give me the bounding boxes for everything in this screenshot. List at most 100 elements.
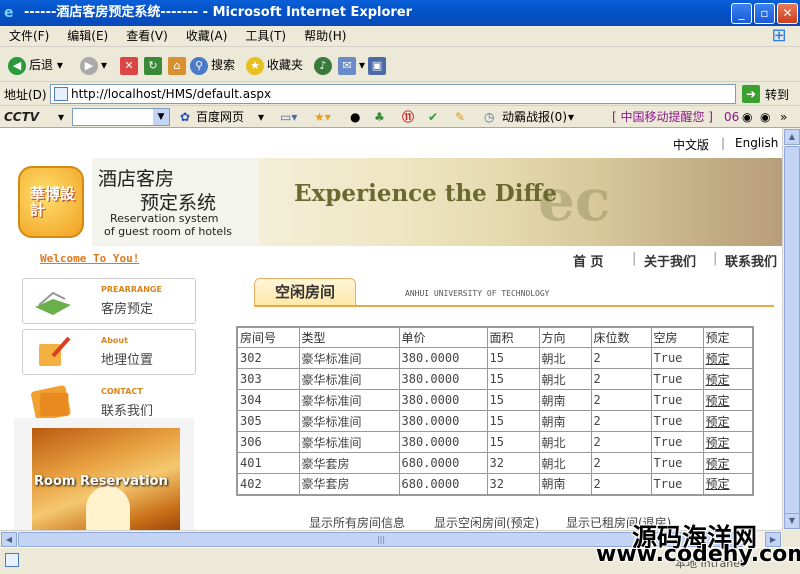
table-cell: 32 xyxy=(486,473,540,495)
minimize-button[interactable]: _ xyxy=(731,3,752,24)
puzzle-logo-icon: 華博設計 xyxy=(18,166,84,238)
cctv-dropdown-icon[interactable]: ▾ xyxy=(58,109,64,125)
reserve-link[interactable]: 预定 xyxy=(706,415,730,429)
back-arrow-icon: ◀ xyxy=(8,56,26,75)
address-input[interactable]: http://localhost/HMS/default.aspx xyxy=(50,84,736,104)
menu-tools[interactable]: 工具(T) xyxy=(236,26,295,47)
close-button[interactable]: ✕ xyxy=(777,3,798,24)
table-cell: 朝南 xyxy=(538,410,592,432)
table-row: 303 豪华标准间 380.0000 15 朝北 2 True 预定 xyxy=(236,368,754,390)
eleven-icon[interactable]: ⑪ xyxy=(402,109,414,125)
col-header: 面积 xyxy=(486,326,540,348)
refresh-icon: ↻ xyxy=(144,56,162,75)
print-button[interactable]: ▣ xyxy=(368,54,389,76)
reserve-link[interactable]: 预定 xyxy=(706,457,730,471)
stop-icon: ✕ xyxy=(120,56,138,75)
table-cell: 豪华套房 xyxy=(298,473,400,495)
mail-button[interactable]: ✉ ▾ xyxy=(338,54,365,76)
table-cell: 402 xyxy=(236,473,300,495)
menu-favorites[interactable]: 收藏(A) xyxy=(177,26,237,47)
table-cell: 预定 xyxy=(702,410,754,432)
reserve-link[interactable]: 预定 xyxy=(706,477,730,491)
lang-english-link[interactable]: English xyxy=(735,136,778,150)
star-icon[interactable]: ★▾ xyxy=(314,109,331,125)
side-menu-location[interactable]: About 地理位置 xyxy=(22,329,196,375)
more-icon[interactable]: » xyxy=(780,109,787,125)
table-cell: True xyxy=(650,452,704,474)
back-button[interactable]: ◀ 后退 ▾ xyxy=(8,54,63,76)
menu-help[interactable]: 帮助(H) xyxy=(295,26,355,47)
side-en-label: PREARRANGE xyxy=(101,285,162,294)
stop-button[interactable]: ✕ xyxy=(120,54,141,76)
show-all-rooms-link[interactable]: 显示所有房间信息 xyxy=(309,514,405,530)
search-button[interactable]: ⚲ 搜索 xyxy=(190,54,235,76)
vertical-scroll-thumb[interactable] xyxy=(784,146,800,516)
pencil-icon[interactable]: ✎ xyxy=(455,109,465,125)
favorites-button[interactable]: ★ 收藏夹 xyxy=(246,54,303,76)
cctv-logo[interactable]: CCTV xyxy=(4,109,39,125)
media-button[interactable]: ♪ xyxy=(314,54,335,76)
side-menu-prearrange[interactable]: PREARRANGE 客房预定 xyxy=(22,278,196,324)
scroll-left-icon[interactable]: ◀ xyxy=(1,532,17,547)
forward-button[interactable]: ▶ ▾ xyxy=(80,54,107,76)
refresh-button[interactable]: ↻ xyxy=(144,54,165,76)
table-cell: 豪华套房 xyxy=(298,452,400,474)
table-cell: 2 xyxy=(590,452,652,474)
lang-chinese-link[interactable]: 中文版 xyxy=(673,136,709,153)
window-icon: ▣ xyxy=(368,56,386,75)
scroll-up-icon[interactable]: ▲ xyxy=(784,129,800,145)
menu-view[interactable]: 查看(V) xyxy=(117,26,177,47)
reserve-link[interactable]: 预定 xyxy=(706,436,730,450)
mobile-reminder[interactable]: [ 中国移动提醒您 ] xyxy=(612,109,713,125)
check-icon[interactable]: ✔ xyxy=(428,109,438,125)
banner-hotel-image: ec Experience the Diffe xyxy=(258,158,782,246)
cctv-search-select[interactable]: ▼ xyxy=(72,108,170,126)
address-bar: 地址(D) http://localhost/HMS/default.aspx … xyxy=(0,82,800,106)
table-cell: 680.0000 xyxy=(398,452,488,474)
maximize-button[interactable]: ▫ xyxy=(754,3,775,24)
table-cell: 预定 xyxy=(702,431,754,453)
table-cell: 15 xyxy=(486,368,540,390)
side-cn-label: 客房预定 xyxy=(101,302,154,317)
menu-bar: 文件(F) 编辑(E) 查看(V) 收藏(A) 工具(T) 帮助(H) xyxy=(0,26,800,47)
vertical-scrollbar[interactable]: ▲ ▼ xyxy=(782,128,800,530)
show-rented-rooms-link[interactable]: 显示已租房间(退房) xyxy=(566,514,671,530)
table-cell: 预定 xyxy=(702,473,754,495)
baidu-dropdown-icon[interactable]: ▾ xyxy=(258,109,264,125)
reserve-link[interactable]: 预定 xyxy=(706,352,730,366)
menu-file[interactable]: 文件(F) xyxy=(0,26,58,47)
reminder-number: 06 xyxy=(724,110,740,124)
table-cell: 豪华标准间 xyxy=(298,410,400,432)
tv-icon[interactable]: ▭▾ xyxy=(280,109,297,125)
reserve-link[interactable]: 预定 xyxy=(706,394,730,408)
news-button[interactable]: 动霸战报(0) xyxy=(502,109,567,125)
table-cell: True xyxy=(650,473,704,495)
people-icon[interactable]: ♣ xyxy=(374,109,385,125)
side-en-label: About xyxy=(101,336,128,345)
room-reservation-image[interactable]: Room Reservation xyxy=(32,428,180,530)
nav-contact[interactable]: 联系我们 xyxy=(725,251,777,270)
scroll-down-icon[interactable]: ▼ xyxy=(784,513,800,529)
horizontal-scrollbar[interactable]: ◀ ||| ▶ xyxy=(0,530,782,547)
clock-icon: ◷ xyxy=(484,110,495,124)
play-icon[interactable]: ◉ xyxy=(742,109,752,125)
next-icon[interactable]: ◉ xyxy=(760,109,770,125)
horizontal-scroll-thumb[interactable]: ||| xyxy=(18,532,744,547)
baidu-paw-icon: ✿ xyxy=(180,110,191,124)
ball-icon[interactable]: ● xyxy=(350,109,360,125)
go-button[interactable]: 转到 xyxy=(765,86,789,103)
col-header: 方向 xyxy=(538,326,592,348)
news-dropdown-icon[interactable]: ▾ xyxy=(568,109,574,125)
nav-home[interactable]: 首 页 xyxy=(573,251,604,270)
tab-free-rooms[interactable]: 空闲房间 xyxy=(254,278,356,306)
home-button[interactable]: ⌂ xyxy=(168,54,189,76)
side-cn-label: 联系我们 xyxy=(101,404,154,419)
table-row: 306 豪华标准间 380.0000 15 朝北 2 True 预定 xyxy=(236,431,754,453)
show-free-rooms-link[interactable]: 显示空闲房间(预定) xyxy=(434,514,539,530)
baidu-search-button[interactable]: 百度网页 xyxy=(196,109,244,125)
go-arrow-icon[interactable]: ➜ xyxy=(742,85,760,103)
scroll-right-icon[interactable]: ▶ xyxy=(765,532,781,547)
menu-edit[interactable]: 编辑(E) xyxy=(58,26,117,47)
reserve-link[interactable]: 预定 xyxy=(706,373,730,387)
nav-about[interactable]: 关于我们 xyxy=(644,251,696,270)
